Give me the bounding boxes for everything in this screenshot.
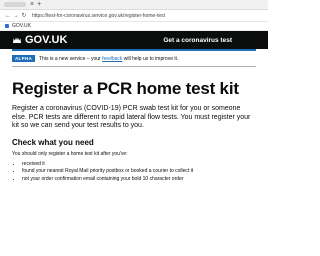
phase-tag: ALPHA — [12, 55, 35, 62]
list-item: received it — [22, 161, 256, 168]
intro-paragraph: You should only register a home test kit… — [12, 150, 128, 157]
reload-icon[interactable]: ↻ — [20, 12, 28, 19]
address-bar: ← → ↻ https://test-for-coronavirus.servi… — [0, 10, 268, 22]
back-icon[interactable]: ← — [4, 13, 12, 19]
requirements-list: received it found your nearest Royal Mai… — [12, 161, 256, 183]
main-content: Register a PCR home test kit Register a … — [0, 79, 268, 182]
phase-banner: ALPHA This is a new service – your feedb… — [12, 51, 256, 67]
list-item: not your order confirmation email contai… — [22, 176, 256, 183]
site-header: GOV.UK Get a coronavirus test — [0, 31, 268, 49]
new-tab-button[interactable]: + — [37, 1, 41, 8]
feedback-link[interactable]: feedback — [102, 56, 122, 62]
crown-icon — [13, 37, 21, 43]
logo-text: GOV.UK — [25, 34, 68, 46]
phase-text-after: will help us to improve it. — [123, 55, 179, 62]
lead-paragraph: Register a coronavirus (COVID-19) PCR sw… — [12, 105, 251, 129]
browser-tab[interactable] — [4, 2, 26, 7]
url-field[interactable]: https://test-for-coronavirus.service.gov… — [32, 13, 165, 19]
browser-tab-bar: × + — [0, 0, 268, 10]
list-item: found your nearest Royal Mail priority p… — [22, 168, 256, 175]
bookmarks-bar: GOV.UK — [0, 22, 268, 31]
page-title: Register a PCR home test kit — [12, 79, 239, 98]
service-name-link[interactable]: Get a coronavirus test — [163, 37, 232, 44]
govuk-logo[interactable]: GOV.UK — [12, 34, 67, 46]
bookmark-item[interactable]: GOV.UK — [12, 23, 31, 29]
bookmark-favicon-icon — [5, 24, 9, 28]
section-heading: Check what you need — [12, 137, 94, 147]
close-icon[interactable]: × — [30, 1, 34, 8]
phase-text-before: This is a new service – your — [39, 55, 101, 62]
forward-icon[interactable]: → — [12, 13, 20, 19]
